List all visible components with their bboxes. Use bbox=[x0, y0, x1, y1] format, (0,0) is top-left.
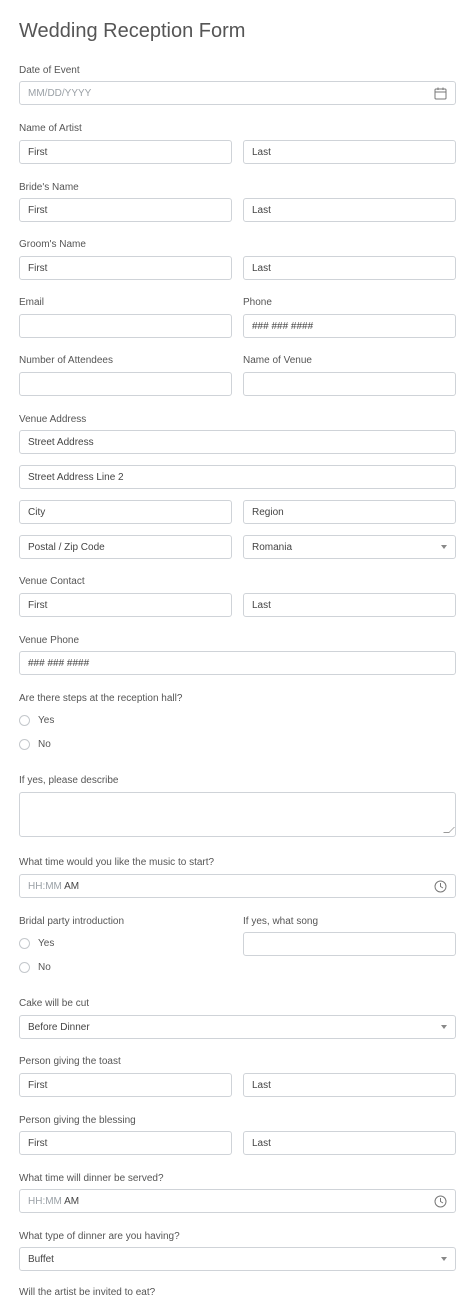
street-address-line2-input[interactable]: Street Address Line 2 bbox=[19, 465, 456, 489]
region-input[interactable]: Region bbox=[243, 500, 456, 524]
venue-contact-first-placeholder: First bbox=[28, 599, 48, 611]
country-select[interactable]: Romania bbox=[243, 535, 456, 559]
bridal-song-input[interactable] bbox=[243, 932, 456, 956]
venue-contact-last-placeholder: Last bbox=[252, 599, 271, 611]
date-of-event-input[interactable]: MM/DD/YYYY bbox=[19, 81, 456, 105]
city-input[interactable]: City bbox=[19, 500, 232, 524]
dinner-type-select[interactable]: Buffet bbox=[19, 1247, 456, 1271]
city-placeholder: City bbox=[28, 506, 46, 518]
bridal-yes-label: Yes bbox=[38, 938, 55, 949]
music-time-ampm[interactable]: AM bbox=[64, 881, 79, 892]
phone-field[interactable]: ### ### #### bbox=[243, 314, 456, 338]
steps-no-label: No bbox=[38, 739, 51, 750]
cake-value: Before Dinner bbox=[28, 1021, 90, 1033]
chevron-down-icon bbox=[441, 545, 447, 549]
artist-last-placeholder: Last bbox=[252, 146, 271, 158]
venue-phone-label: Venue Phone bbox=[19, 635, 80, 646]
street2-placeholder: Street Address Line 2 bbox=[28, 471, 124, 483]
date-placeholder: MM/DD/YYYY bbox=[28, 87, 92, 99]
bridal-yes-radio[interactable]: Yes bbox=[19, 938, 54, 949]
blessing-first-placeholder: First bbox=[28, 1137, 48, 1149]
chevron-down-icon bbox=[441, 1025, 447, 1029]
clock-icon[interactable] bbox=[434, 1195, 447, 1208]
phone-placeholder: ### ### #### bbox=[252, 320, 314, 332]
street-address-input[interactable]: Street Address bbox=[19, 430, 456, 454]
cake-label: Cake will be cut bbox=[19, 998, 90, 1009]
venue-contact-first-input[interactable]: First bbox=[19, 593, 232, 617]
bride-first-input[interactable]: First bbox=[19, 198, 232, 222]
steps-yes-radio[interactable]: Yes bbox=[19, 715, 54, 726]
clock-icon[interactable] bbox=[434, 880, 447, 893]
calendar-icon[interactable] bbox=[434, 87, 447, 100]
next-question-label: Will the artist be invited to eat? bbox=[19, 1287, 156, 1298]
venue-contact-last-input[interactable]: Last bbox=[243, 593, 456, 617]
bridal-intro-label: Bridal party introduction bbox=[19, 916, 125, 927]
groom-last-placeholder: Last bbox=[252, 262, 271, 274]
toast-label: Person giving the toast bbox=[19, 1056, 121, 1067]
artist-first-placeholder: First bbox=[28, 146, 48, 158]
groom-first-placeholder: First bbox=[28, 262, 48, 274]
dinner-time-ampm[interactable]: AM bbox=[64, 1196, 79, 1207]
dinner-time-label: What time will dinner be served? bbox=[19, 1173, 164, 1184]
dinner-type-value: Buffet bbox=[28, 1253, 54, 1265]
email-label: Email bbox=[19, 297, 45, 308]
music-time-placeholder: HH:MM bbox=[28, 880, 62, 892]
steps-question-label: Are there steps at the reception hall? bbox=[19, 693, 183, 704]
music-time-label: What time would you like the music to st… bbox=[19, 857, 215, 868]
attendees-input[interactable] bbox=[19, 372, 232, 396]
bride-last-input[interactable]: Last bbox=[243, 198, 456, 222]
chevron-down-icon bbox=[441, 1257, 447, 1261]
artist-first-input[interactable]: First bbox=[19, 140, 232, 164]
blessing-last-input[interactable]: Last bbox=[243, 1131, 456, 1155]
bride-last-placeholder: Last bbox=[252, 204, 271, 216]
form-title: Wedding Reception Form bbox=[19, 20, 246, 42]
email-field[interactable] bbox=[19, 314, 232, 338]
bridal-no-label: No bbox=[38, 962, 51, 973]
steps-describe-label: If yes, please describe bbox=[19, 775, 119, 786]
street-placeholder: Street Address bbox=[28, 436, 94, 448]
blessing-first-input[interactable]: First bbox=[19, 1131, 232, 1155]
groom-first-input[interactable]: First bbox=[19, 256, 232, 280]
region-placeholder: Region bbox=[252, 506, 284, 518]
toast-first-placeholder: First bbox=[28, 1079, 48, 1091]
bridal-song-label: If yes, what song bbox=[243, 916, 319, 927]
postal-code-input[interactable]: Postal / Zip Code bbox=[19, 535, 232, 559]
radio-circle[interactable] bbox=[19, 715, 30, 726]
cake-select[interactable]: Before Dinner bbox=[19, 1015, 456, 1039]
toast-last-input[interactable]: Last bbox=[243, 1073, 456, 1097]
groom-last-input[interactable]: Last bbox=[243, 256, 456, 280]
blessing-last-placeholder: Last bbox=[252, 1137, 271, 1149]
venue-address-label: Venue Address bbox=[19, 414, 87, 425]
dinner-type-label: What type of dinner are you having? bbox=[19, 1231, 180, 1242]
venue-name-label: Name of Venue bbox=[243, 355, 312, 366]
venue-phone-placeholder: ### ### #### bbox=[28, 657, 90, 669]
music-time-input[interactable]: HH:MM AM bbox=[19, 874, 456, 898]
dinner-time-placeholder: HH:MM bbox=[28, 1195, 62, 1207]
country-value: Romania bbox=[252, 541, 293, 553]
venue-phone-input[interactable]: ### ### #### bbox=[19, 651, 456, 675]
radio-circle[interactable] bbox=[19, 962, 30, 973]
radio-circle[interactable] bbox=[19, 739, 30, 750]
groom-label: Groom's Name bbox=[19, 239, 86, 250]
steps-describe-textarea[interactable] bbox=[19, 792, 456, 837]
toast-last-placeholder: Last bbox=[252, 1079, 271, 1091]
date-of-event-label: Date of Event bbox=[19, 65, 80, 76]
dinner-time-input[interactable]: HH:MM AM bbox=[19, 1189, 456, 1213]
artist-label: Name of Artist bbox=[19, 123, 82, 134]
artist-last-input[interactable]: Last bbox=[243, 140, 456, 164]
bride-first-placeholder: First bbox=[28, 204, 48, 216]
toast-first-input[interactable]: First bbox=[19, 1073, 232, 1097]
steps-no-radio[interactable]: No bbox=[19, 739, 51, 750]
postal-placeholder: Postal / Zip Code bbox=[28, 541, 105, 553]
radio-circle[interactable] bbox=[19, 938, 30, 949]
attendees-label: Number of Attendees bbox=[19, 355, 113, 366]
resize-handle-icon[interactable] bbox=[443, 827, 455, 833]
phone-label: Phone bbox=[243, 297, 272, 308]
bridal-no-radio[interactable]: No bbox=[19, 962, 51, 973]
steps-yes-label: Yes bbox=[38, 715, 55, 726]
venue-name-input[interactable] bbox=[243, 372, 456, 396]
venue-contact-label: Venue Contact bbox=[19, 576, 85, 587]
bride-label: Bride's Name bbox=[19, 182, 79, 193]
blessing-label: Person giving the blessing bbox=[19, 1115, 136, 1126]
